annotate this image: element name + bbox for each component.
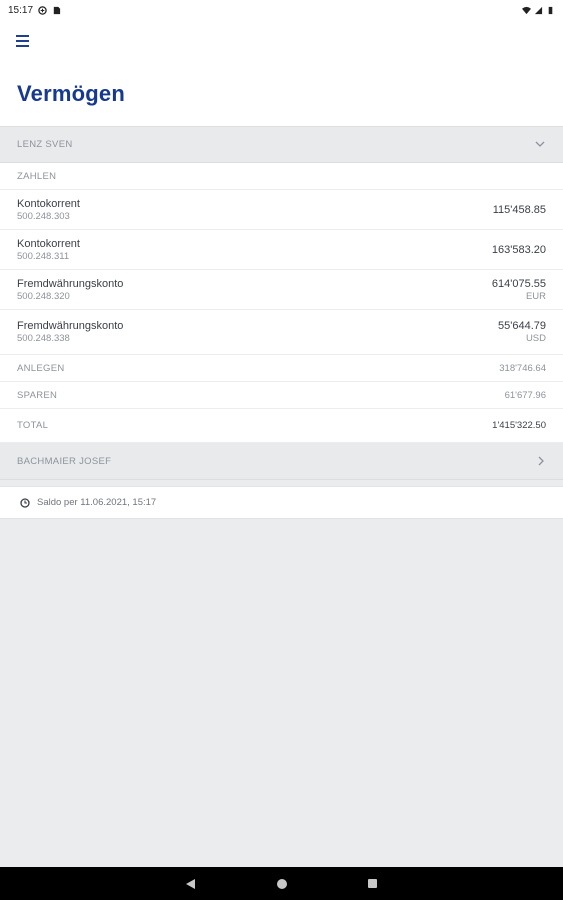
account-number: 500.248.303	[17, 210, 70, 222]
owner-name: BACHMAIER JOSEF	[17, 455, 112, 467]
owner-details: ZAHLEN Kontokorrent 500.248.303 115'458.…	[0, 163, 563, 443]
summary-row-anlegen[interactable]: ANLEGEN 318'746.64	[0, 355, 563, 382]
clock-icon	[20, 497, 30, 508]
saldo-timestamp: Saldo per 11.06.2021, 15:17	[0, 486, 563, 519]
hamburger-icon[interactable]	[16, 32, 36, 50]
page-title: Vermögen	[17, 81, 125, 106]
account-number: 500.248.320	[17, 290, 70, 302]
owner-header-bachmaier-josef[interactable]: BACHMAIER JOSEF	[0, 443, 563, 480]
summary-value: 318'746.64	[499, 362, 546, 374]
account-row[interactable]: Fremdwährungskonto 500.248.338 55'644.79…	[0, 310, 563, 355]
account-currency: USD	[525, 333, 546, 344]
status-bar: 15:17	[0, 0, 563, 20]
summary-value: 1'415'322.50	[492, 420, 546, 431]
owner-header-lenz-sven[interactable]: LENZ SVEN	[0, 126, 563, 163]
notification-icon	[38, 5, 47, 15]
summary-label: TOTAL	[17, 420, 49, 431]
account-row[interactable]: Kontokorrent 500.248.311 163'583.20	[0, 230, 563, 270]
app-bar: Vermögen	[0, 20, 563, 126]
home-circle-icon[interactable]	[274, 876, 290, 892]
sd-card-icon	[53, 6, 61, 14]
owner-name: LENZ SVEN	[17, 139, 73, 150]
account-name: Fremdwährungskonto	[17, 277, 124, 290]
summary-label: SPAREN	[17, 389, 58, 401]
summary-value: 61'677.96	[504, 389, 546, 401]
system-nav-bar	[0, 867, 563, 900]
account-row[interactable]: Fremdwährungskonto 500.248.320 614'075.5…	[0, 270, 563, 310]
section-header-zahlen: ZAHLEN	[0, 163, 563, 190]
account-amount: 163'583.20	[491, 243, 546, 256]
chevron-down-icon	[535, 141, 545, 147]
section-label: ZAHLEN	[17, 170, 57, 182]
recents-square-icon[interactable]	[365, 876, 381, 892]
wealth-overview: LENZ SVEN ZAHLEN Kontokorrent 500.248.30…	[0, 126, 563, 519]
saldo-text: Saldo per 11.06.2021, 15:17	[37, 497, 157, 508]
status-time: 15:17	[8, 4, 34, 16]
account-name: Fremdwährungskonto	[17, 320, 124, 332]
account-number: 500.248.338	[17, 333, 70, 344]
account-number: 500.248.311	[17, 250, 70, 262]
summary-label: ANLEGEN	[17, 362, 65, 374]
battery-icon	[548, 6, 553, 14]
account-currency: EUR	[525, 290, 546, 302]
signal-icon	[534, 6, 543, 14]
account-name: Kontokorrent	[17, 197, 80, 210]
account-amount: 55'644.79	[498, 320, 546, 332]
summary-row-sparen[interactable]: SPAREN 61'677.96	[0, 382, 563, 409]
account-amount: 614'075.55	[491, 277, 546, 290]
back-triangle-icon[interactable]	[183, 876, 199, 892]
chevron-right-icon	[538, 456, 544, 466]
account-row[interactable]: Kontokorrent 500.248.303 115'458.85	[0, 190, 563, 230]
account-name: Kontokorrent	[17, 237, 80, 250]
account-amount: 115'458.85	[492, 203, 546, 216]
summary-row-total: TOTAL 1'415'322.50	[0, 409, 563, 443]
wifi-icon	[522, 6, 531, 14]
